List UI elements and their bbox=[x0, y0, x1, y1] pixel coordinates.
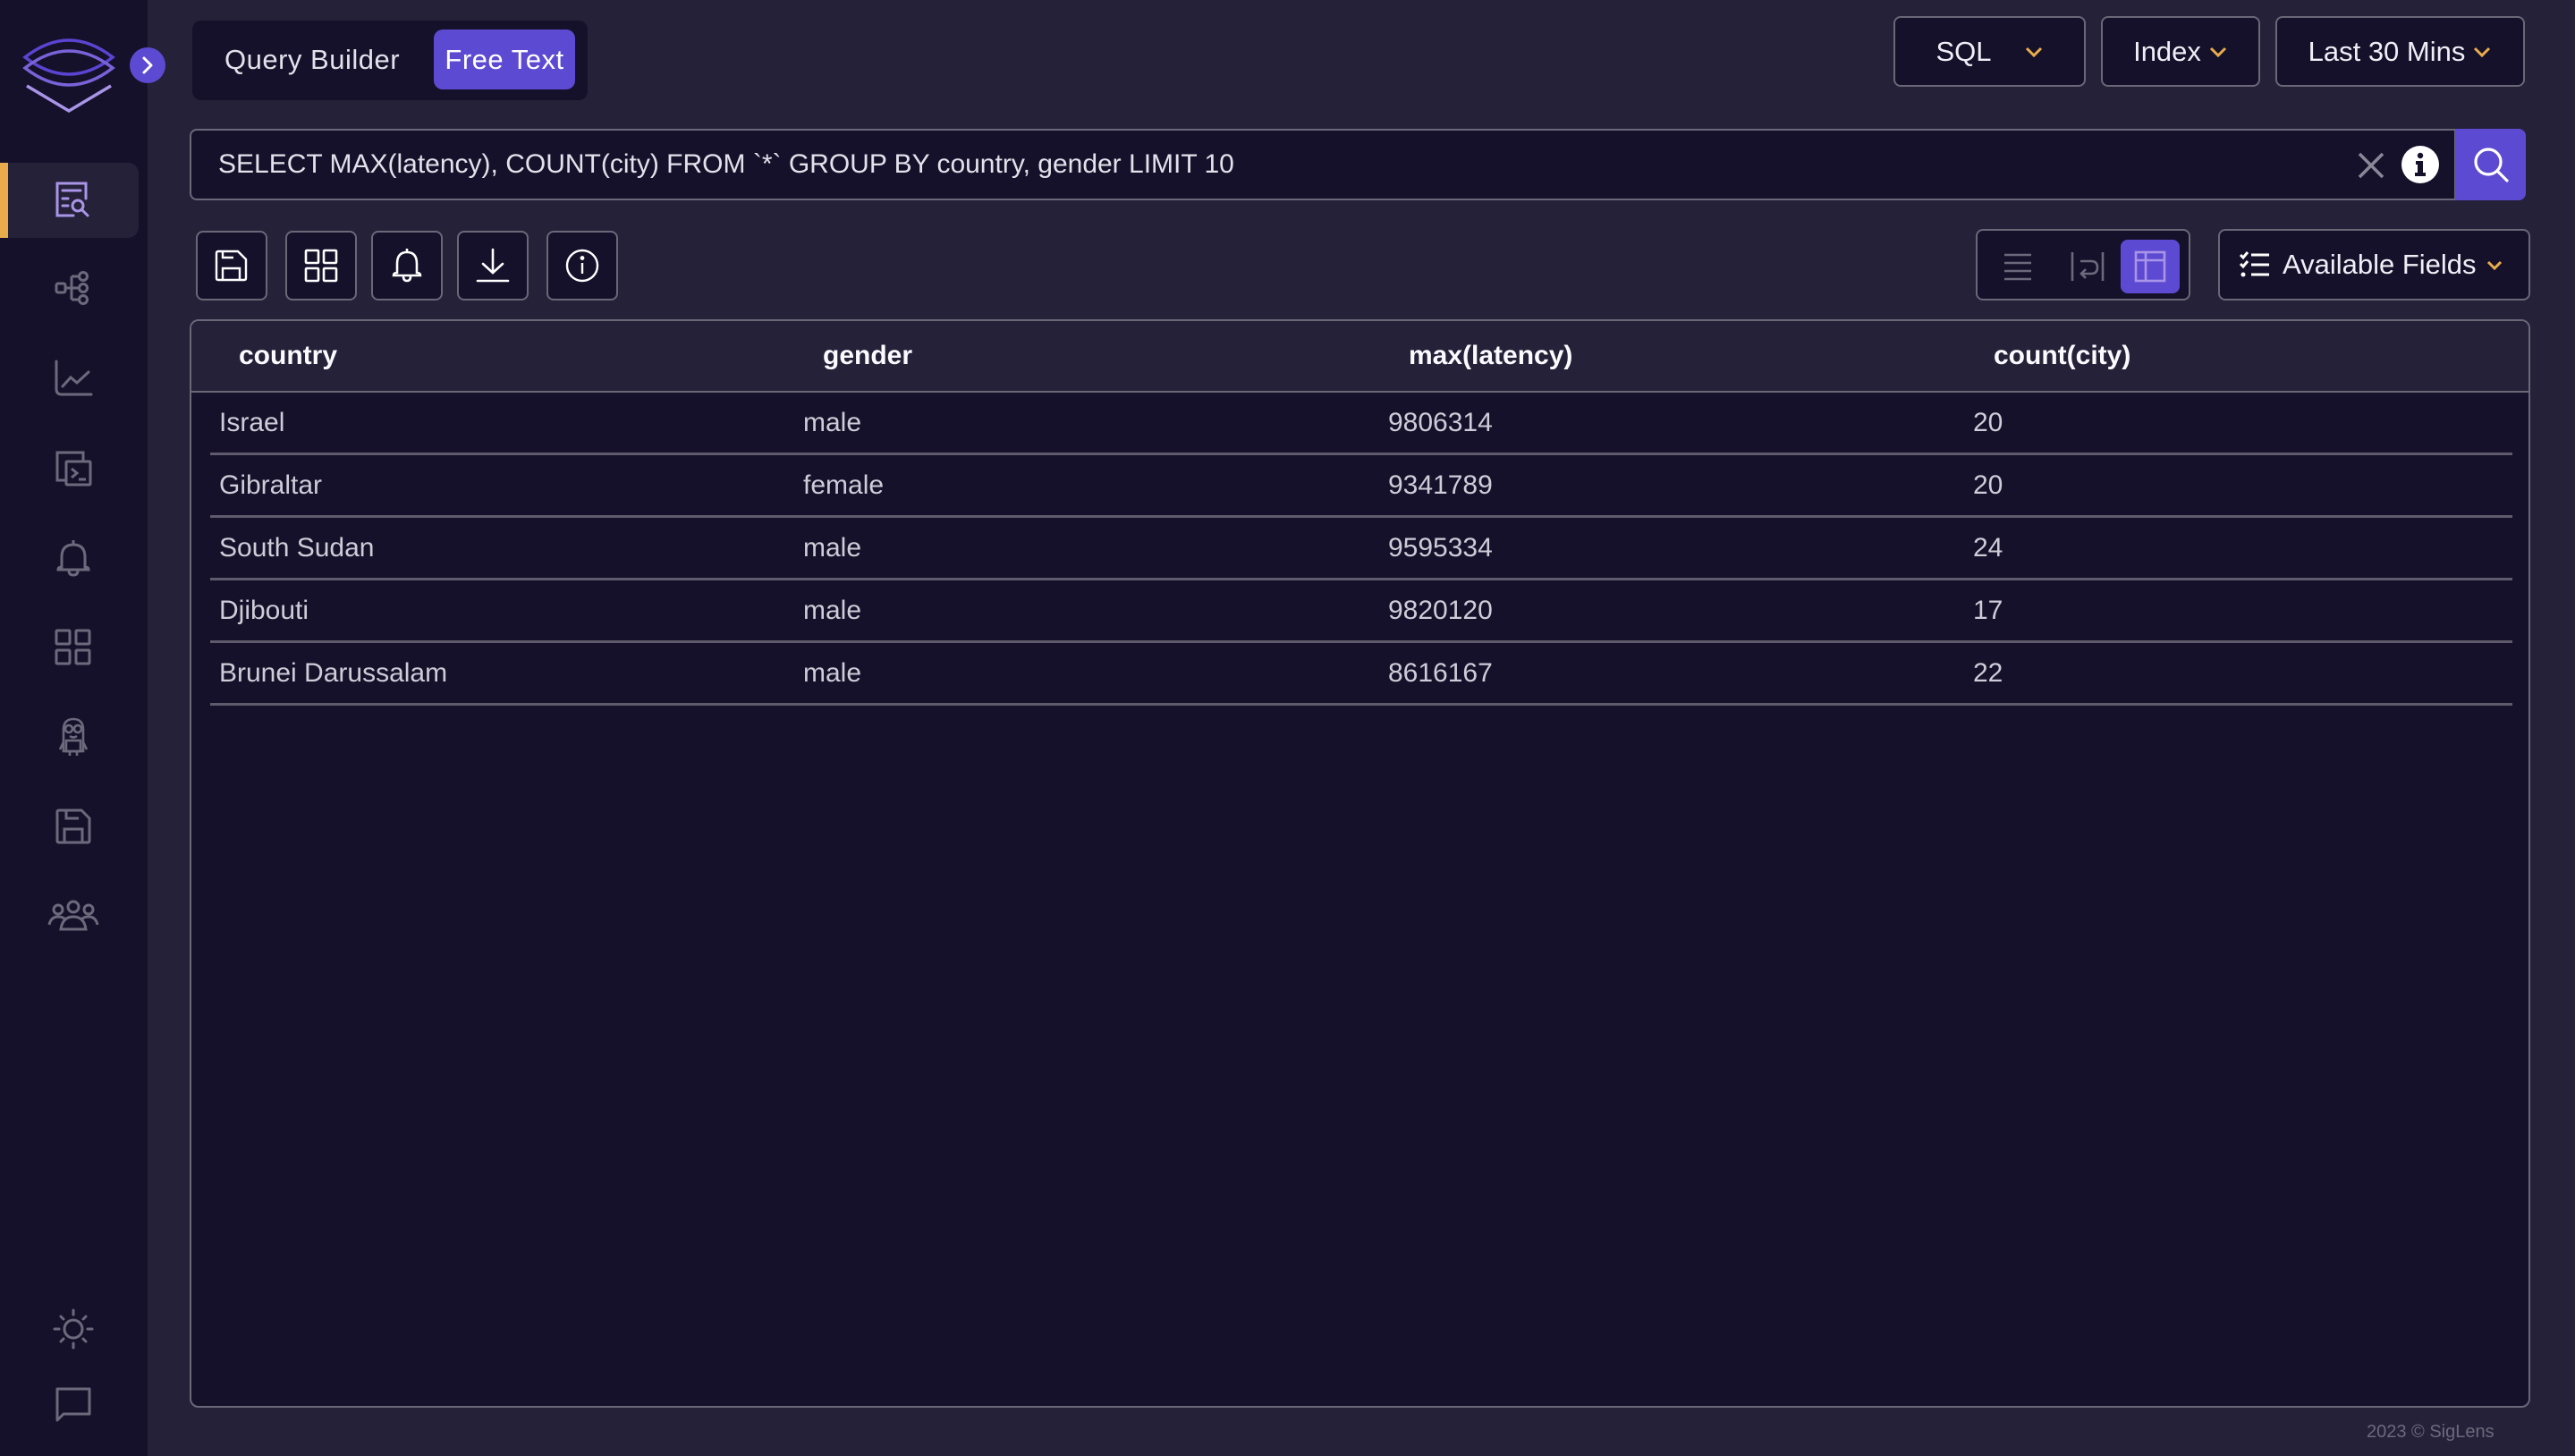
view-mode-toggle bbox=[1976, 229, 2190, 301]
sidebar-item-minion-searches[interactable] bbox=[7, 699, 139, 775]
download-button[interactable] bbox=[457, 231, 529, 301]
cell-country: Djibouti bbox=[219, 596, 309, 625]
query-language-dropdown[interactable]: SQL bbox=[1893, 16, 2086, 87]
download-icon bbox=[476, 248, 510, 283]
feedback-button[interactable] bbox=[7, 1367, 139, 1442]
index-value: Index bbox=[2133, 35, 2201, 67]
info-icon bbox=[565, 249, 599, 283]
create-alert-button[interactable] bbox=[371, 231, 443, 301]
cell-count-city: 20 bbox=[1973, 470, 2003, 500]
cell-count-city: 24 bbox=[1973, 533, 2003, 563]
cell-gender: male bbox=[803, 658, 862, 688]
table-row[interactable]: Brunei Darussalam male 8616167 22 bbox=[210, 643, 2512, 706]
terminal-icon bbox=[55, 451, 91, 487]
cell-max-latency: 9595334 bbox=[1388, 533, 1493, 563]
sun-icon bbox=[53, 1308, 93, 1350]
available-fields-dropdown[interactable]: Available Fields bbox=[2218, 229, 2530, 301]
cell-count-city: 17 bbox=[1973, 596, 2003, 625]
cell-gender: female bbox=[803, 470, 885, 500]
log-search-icon bbox=[55, 182, 89, 217]
hierarchy-icon bbox=[55, 271, 89, 305]
column-header-count-city[interactable]: count(city) bbox=[1994, 321, 2130, 391]
cell-country: Brunei Darussalam bbox=[219, 658, 448, 688]
column-header-country[interactable]: country bbox=[239, 321, 337, 391]
index-dropdown[interactable]: Index bbox=[2101, 16, 2260, 87]
sidebar-item-dashboards[interactable] bbox=[7, 610, 139, 685]
table-icon bbox=[2134, 250, 2166, 283]
query-help-info-icon[interactable] bbox=[2401, 145, 2440, 184]
theme-toggle-button[interactable] bbox=[7, 1291, 139, 1367]
sidebar-item-my-org[interactable] bbox=[7, 878, 139, 953]
siglens-logo bbox=[22, 38, 115, 114]
sidebar-item-logs-search[interactable] bbox=[0, 163, 139, 238]
chevron-right-icon bbox=[142, 56, 153, 74]
sidebar-item-alerts[interactable] bbox=[7, 521, 139, 597]
cell-max-latency: 8616167 bbox=[1388, 658, 1493, 688]
sidebar-item-metrics[interactable] bbox=[7, 341, 139, 416]
cell-max-latency: 9341789 bbox=[1388, 470, 1493, 500]
cell-count-city: 22 bbox=[1973, 658, 2003, 688]
results-table: country gender max(latency) count(city) … bbox=[190, 319, 2530, 1408]
add-to-dashboard-button[interactable] bbox=[285, 231, 357, 301]
cell-gender: male bbox=[803, 408, 862, 437]
bell-icon bbox=[55, 540, 90, 577]
cell-country: South Sudan bbox=[219, 533, 375, 563]
chevron-down-icon bbox=[2209, 47, 2226, 57]
query-input[interactable] bbox=[218, 131, 2329, 199]
line-chart-icon bbox=[55, 360, 92, 396]
chevron-down-icon bbox=[2486, 260, 2502, 270]
cell-country: Gibraltar bbox=[219, 470, 323, 500]
save-query-button[interactable] bbox=[196, 231, 267, 301]
cell-gender: male bbox=[803, 596, 862, 625]
available-fields-label: Available Fields bbox=[2283, 249, 2477, 280]
grid-icon bbox=[55, 629, 90, 665]
sidebar-item-tracing[interactable] bbox=[7, 251, 139, 326]
footer-copyright: 2023 © SigLens bbox=[2367, 1422, 2495, 1442]
chevron-down-icon bbox=[2474, 47, 2491, 57]
column-header-gender[interactable]: gender bbox=[823, 321, 912, 391]
tab-free-text[interactable]: Free Text bbox=[434, 30, 575, 89]
cell-gender: male bbox=[803, 533, 862, 563]
clear-query-icon[interactable] bbox=[2356, 150, 2386, 181]
time-range-dropdown[interactable]: Last 30 Mins bbox=[2275, 16, 2525, 87]
cell-count-city: 20 bbox=[1973, 408, 2003, 437]
checklist-icon bbox=[2240, 251, 2269, 277]
table-header: country gender max(latency) count(city) bbox=[191, 321, 2528, 393]
sidebar-item-live-tail[interactable] bbox=[7, 431, 139, 506]
time-range-value: Last 30 Mins bbox=[2308, 35, 2466, 67]
sidebar-item-saved-queries[interactable] bbox=[7, 789, 139, 864]
sidebar bbox=[0, 0, 165, 1456]
query-input-container bbox=[190, 129, 2456, 200]
wrap-lines-view-button[interactable] bbox=[2058, 240, 2117, 293]
minion-icon bbox=[58, 717, 88, 756]
tab-query-builder[interactable]: Query Builder bbox=[224, 37, 400, 83]
cell-country: Israel bbox=[219, 408, 285, 437]
query-info-button[interactable] bbox=[546, 231, 618, 301]
run-query-button[interactable] bbox=[2455, 129, 2526, 200]
save-icon bbox=[55, 808, 90, 844]
column-header-max-latency[interactable]: max(latency) bbox=[1409, 321, 1572, 391]
table-row[interactable]: South Sudan male 9595334 24 bbox=[210, 518, 2512, 580]
bell-icon bbox=[392, 249, 422, 283]
table-view-button[interactable] bbox=[2121, 240, 2180, 293]
grid-icon bbox=[304, 249, 338, 283]
chat-icon bbox=[55, 1387, 90, 1422]
table-row[interactable]: Djibouti male 9820120 17 bbox=[210, 580, 2512, 643]
table-row[interactable]: Gibraltar female 9341789 20 bbox=[210, 455, 2512, 518]
chevron-down-icon bbox=[2025, 47, 2042, 57]
query-mode-toggle: Query Builder Free Text bbox=[192, 21, 588, 100]
sidebar-expand-button[interactable] bbox=[130, 47, 165, 83]
table-row[interactable]: Israel male 9806314 20 bbox=[210, 393, 2512, 455]
single-line-view-button[interactable] bbox=[1988, 240, 2047, 293]
wrap-icon bbox=[2071, 252, 2105, 281]
search-icon bbox=[2473, 148, 2509, 182]
save-icon bbox=[215, 250, 248, 282]
cell-max-latency: 9820120 bbox=[1388, 596, 1493, 625]
users-icon bbox=[47, 900, 98, 931]
cell-max-latency: 9806314 bbox=[1388, 408, 1493, 437]
list-icon bbox=[2004, 253, 2031, 281]
query-language-value: SQL bbox=[1935, 35, 1992, 67]
